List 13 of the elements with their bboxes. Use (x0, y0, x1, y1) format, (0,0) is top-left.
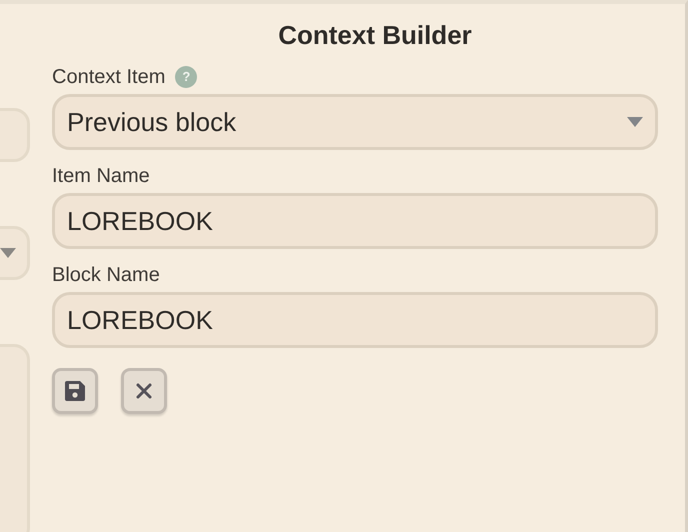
save-icon (64, 380, 86, 402)
dropdown[interactable]: Previous block (52, 94, 658, 150)
cancel-button[interactable] (121, 368, 167, 414)
close-icon (135, 382, 153, 400)
caret-icon (627, 117, 643, 127)
dialog-title: Context Builder (277, 20, 473, 50)
field-label: Item Name (52, 165, 150, 187)
field-label: Block Name (52, 264, 160, 286)
text-field[interactable]: LOREBOOK (52, 292, 658, 348)
field-label: Context Item (52, 66, 166, 88)
save-button[interactable] (52, 368, 98, 414)
caret-icon (0, 248, 16, 258)
text-field[interactable]: LOREBOOK (52, 193, 658, 249)
